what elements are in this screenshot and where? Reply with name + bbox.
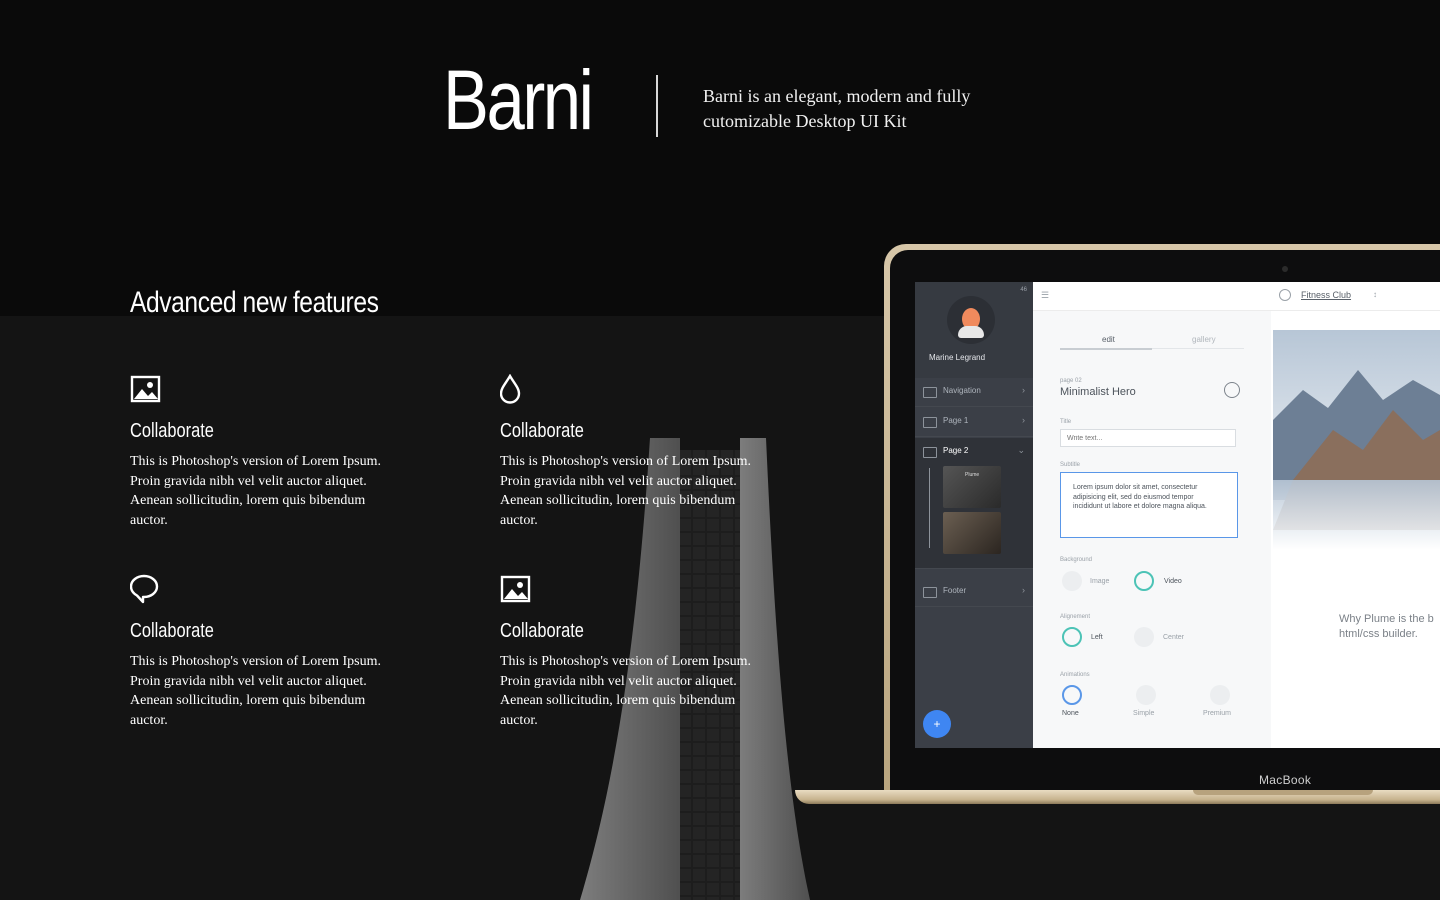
option-label: None [1062,710,1079,717]
page-kicker: page 02 [1060,378,1082,384]
flag-icon [923,387,937,398]
username: Marine Legrand [929,353,986,362]
menu-icon[interactable]: ☰ [1041,290,1049,301]
animation-premium-option[interactable] [1210,685,1230,705]
site-preview: Why Plume is the b html/css builder. [1273,330,1440,748]
thumbnail-label: Plume [965,472,980,478]
page-icon [923,417,937,428]
feature-title: Collaborate [500,620,584,642]
section-title: Advanced new features [130,286,379,319]
camera-icon [1282,266,1288,272]
sidebar-item-label: Page 2 [943,446,969,455]
page-icon [923,447,937,458]
drop-icon [500,374,521,404]
animation-simple-option[interactable] [1136,685,1156,705]
status-indicator: 46 [1020,287,1027,293]
option-label: Video [1164,578,1182,585]
laptop-notch [1193,790,1373,795]
dropdown-icon[interactable]: ↕ [1373,290,1377,299]
chat-bubble-icon [130,574,159,604]
feature-card: Collaborate This is Photoshop's version … [130,574,430,730]
avatar[interactable] [947,296,995,344]
field-label: Background [1060,557,1093,563]
image-icon [500,575,531,603]
title-input[interactable] [1060,429,1236,447]
tab-label: gallery [1192,335,1216,344]
feature-card: Collaborate This is Photoshop's version … [500,374,800,530]
field-label: Subtitle [1060,462,1081,468]
sidebar-item-footer[interactable]: Footer › [915,578,1033,607]
sidebar-item-page-2[interactable]: Page 2 ⌄ Plume [915,438,1033,569]
site-icon [1279,289,1291,301]
subtitle-textarea[interactable]: Lorem ipsum dolor sit amet, consectetur … [1060,472,1238,538]
option-label: Simple [1133,710,1155,717]
tab-edit[interactable]: edit [1060,332,1152,350]
site-title[interactable]: Fitness Club [1301,290,1351,300]
header-divider [656,75,658,137]
feature-description: This is Photoshop's version of Lorem Ips… [500,654,752,728]
image-icon [130,375,161,403]
chevron-right-icon: › [1022,585,1025,595]
page-thumbnail[interactable] [943,512,1001,554]
tagline: Barni is an elegant, modern and fully cu… [703,86,971,131]
feature-card: Collaborate This is Photoshop's version … [500,574,800,730]
option-label: Premium [1203,710,1232,717]
app-topbar: ☰ Fitness Club ↕ [1033,282,1440,311]
app-sidebar: 46 Marine Legrand Navigation › Page 1 › … [915,282,1033,748]
option-label: Left [1091,634,1103,641]
laptop-screen: 46 Marine Legrand Navigation › Page 1 › … [915,282,1440,748]
more-options-icon[interactable] [1224,382,1240,398]
footer-icon [923,587,937,598]
animation-none-option[interactable] [1062,685,1082,705]
timeline-line [929,468,930,548]
field-label: Animations [1060,672,1090,678]
option-label: Image [1090,578,1110,585]
brand-title: Barni [443,53,594,147]
field-label: Alignement [1060,614,1091,620]
feature-description: This is Photoshop's version of Lorem Ips… [130,654,382,728]
sidebar-item-label: Page 1 [943,416,969,425]
align-center-option[interactable] [1134,627,1154,647]
option-label: Center [1163,634,1185,641]
add-button[interactable]: + [923,710,951,738]
tab-gallery[interactable]: gallery [1152,332,1244,349]
laptop-mockup: 46 Marine Legrand Navigation › Page 1 › … [795,244,1440,814]
feature-description: This is Photoshop's version of Lorem Ips… [500,454,752,528]
background-image-option[interactable] [1062,571,1082,591]
feature-card: Collaborate This is Photoshop's version … [130,374,430,530]
mountain-image [1273,330,1440,550]
sidebar-item-navigation[interactable]: Navigation › [915,378,1033,407]
chevron-right-icon: › [1022,385,1025,395]
page-thumbnail[interactable]: Plume [943,466,1001,508]
feature-title: Collaborate [130,420,214,442]
tab-label: edit [1102,335,1115,344]
preview-headline: Why Plume is the b html/css builder. [1339,613,1434,640]
chevron-right-icon: › [1022,415,1025,425]
feature-title: Collaborate [500,420,584,442]
feature-title: Collaborate [130,620,214,642]
background-video-option[interactable] [1134,571,1154,591]
avatar-shirt [958,326,984,338]
chevron-down-icon: ⌄ [1017,445,1025,455]
sidebar-item-label: Footer [943,586,967,595]
sidebar-item-page-1[interactable]: Page 1 › [915,408,1033,437]
align-left-option[interactable] [1062,627,1082,647]
sidebar-item-label: Navigation [943,386,981,395]
feature-description: This is Photoshop's version of Lorem Ips… [130,454,382,528]
field-label: Title [1060,419,1072,425]
section-name: Minimalist Hero [1060,386,1136,398]
laptop-label: MacBook [1259,773,1312,787]
